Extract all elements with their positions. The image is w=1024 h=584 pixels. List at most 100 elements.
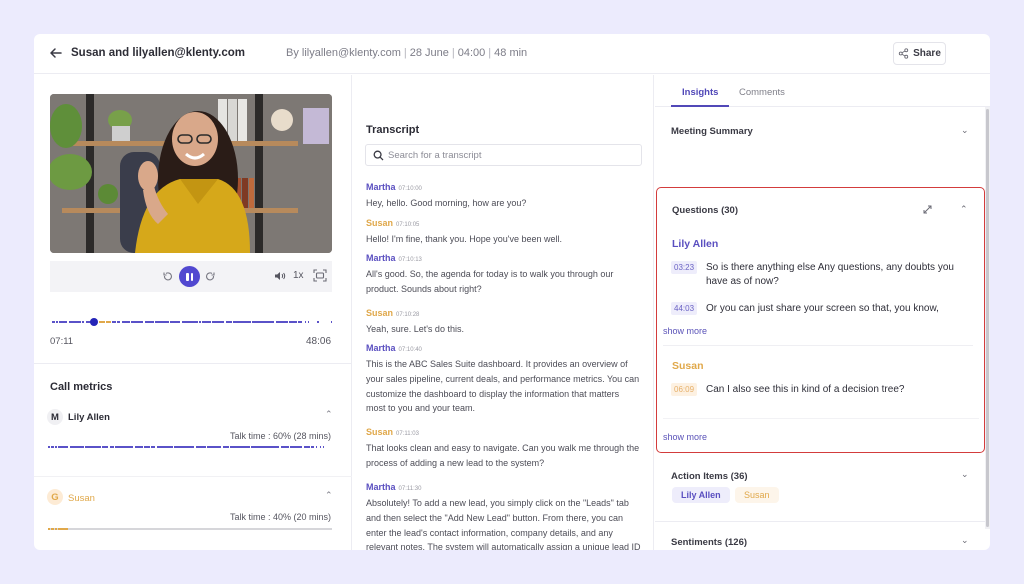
- talk-segment: [48, 446, 50, 448]
- search-icon: [373, 150, 384, 161]
- timeline-segment: [155, 321, 169, 323]
- player-controls: 1x: [50, 261, 332, 292]
- timeline-segment: [145, 321, 154, 323]
- talk-segment: [281, 446, 289, 448]
- timeline-segment: [182, 321, 198, 323]
- speaker-name: Susan: [366, 427, 394, 437]
- talk-segment: [157, 446, 173, 448]
- rewind-icon[interactable]: [163, 271, 173, 281]
- chip-lily-allen[interactable]: Lily Allen: [672, 487, 730, 503]
- questions-section: Questions (30) ⌃ Lily Allen 03:23 So is …: [656, 187, 985, 453]
- transcript-message: Martha 07:11:30 Absolutely! To add a new …: [366, 477, 641, 550]
- call-metrics-title: Call metrics: [50, 381, 113, 393]
- timeline-segment: [276, 321, 288, 323]
- talk-segment: [55, 528, 57, 530]
- forward-icon[interactable]: [205, 271, 215, 281]
- talk-segment: [51, 446, 54, 448]
- timeline-scrubber[interactable]: [90, 318, 99, 326]
- call-title: Susan and lilyallen@klenty.com: [71, 47, 245, 59]
- scrollbar-thumb[interactable]: [986, 109, 989, 527]
- meeting-summary-section[interactable]: Meeting Summary ⌄: [655, 108, 985, 152]
- message-time: 07:10:05: [396, 222, 420, 228]
- transcript-message: Susan 07:10:05 Hello! I'm fine, thank you…: [366, 213, 641, 247]
- talk-segment: [48, 528, 50, 530]
- talk-time-bar: [48, 446, 332, 448]
- question-time[interactable]: 03:23: [671, 261, 698, 274]
- active-tab-indicator: [671, 105, 729, 107]
- fullscreen-icon[interactable]: [313, 269, 327, 282]
- video-player[interactable]: [50, 94, 332, 253]
- talk-segment: [320, 446, 321, 448]
- expand-icon[interactable]: [923, 205, 932, 214]
- chevron-up-icon[interactable]: ⌃: [960, 204, 968, 215]
- chip-susan[interactable]: Susan: [735, 487, 779, 503]
- timeline-segment: [117, 321, 120, 323]
- media-panel: 1x 07:11 48:06 Call metrics M Lily Allen…: [34, 75, 352, 550]
- talk-segment: [230, 446, 250, 448]
- message-time: 07:11:30: [398, 486, 422, 492]
- avatar: M: [47, 409, 63, 425]
- tab-insights[interactable]: Insights: [682, 87, 718, 98]
- speaker-name: Susan: [366, 218, 394, 228]
- talk-segment: [115, 446, 133, 448]
- meta-author: By lilyallen@klenty.com: [286, 47, 401, 59]
- talk-time: Talk time : 40% (20 mins): [229, 512, 331, 522]
- message-text: That looks clean and easy to navigate. C…: [366, 443, 640, 468]
- metric-speaker-name: Lily Allen: [68, 412, 110, 423]
- volume-icon[interactable]: [274, 271, 286, 281]
- meta-duration: 48 min: [494, 47, 528, 59]
- share-button[interactable]: Share: [893, 42, 946, 65]
- total-time: 48:06: [306, 336, 332, 347]
- timeline-segment: [252, 321, 274, 323]
- message-time: 07:10:40: [398, 347, 422, 353]
- timeline-segment: [212, 321, 224, 323]
- chevron-up-icon[interactable]: ⌃: [325, 409, 333, 420]
- timeline-segment: [308, 321, 309, 323]
- question-speaker: Lily Allen: [672, 238, 719, 250]
- talk-segment: [135, 446, 143, 448]
- timeline-segment: [226, 321, 232, 323]
- talk-segment: [102, 446, 108, 448]
- divider: [663, 345, 973, 346]
- transcript-message: Martha 07:10:13 All's good. So, the agend…: [366, 248, 641, 297]
- talk-segment: [311, 446, 314, 448]
- show-more-link[interactable]: show more: [663, 432, 707, 442]
- tab-comments[interactable]: Comments: [739, 87, 785, 98]
- timeline-segment: [317, 321, 319, 323]
- section-title: Meeting Summary: [671, 126, 753, 137]
- timeline-segment: [331, 321, 332, 323]
- timeline-segment: [69, 321, 81, 323]
- transcript-message: Martha 07:10:40 This is the ABC Sales Sui…: [366, 338, 641, 416]
- back-arrow-icon[interactable]: [48, 45, 64, 61]
- question-time[interactable]: 06:09: [671, 383, 698, 396]
- speaker-name: Martha: [366, 343, 396, 353]
- insights-tabs: Insights Comments: [655, 75, 990, 107]
- talk-time-bar: [48, 528, 332, 530]
- chevron-down-icon[interactable]: ⌄: [961, 125, 969, 136]
- question-time[interactable]: 44:03: [671, 302, 698, 315]
- talk-segment: [55, 446, 57, 448]
- talk-segment: [223, 446, 229, 448]
- chevron-down-icon[interactable]: ⌄: [961, 469, 969, 480]
- chevron-down-icon[interactable]: ⌄: [961, 535, 969, 546]
- action-items-section[interactable]: Action Items (36) ⌄ Lily Allen Susan: [655, 457, 985, 522]
- share-label: Share: [913, 48, 941, 59]
- transcript-search-input[interactable]: [388, 148, 636, 163]
- talk-segment: [58, 446, 68, 448]
- section-title: Sentiments (126): [671, 537, 748, 548]
- talk-segment: [251, 446, 279, 448]
- chevron-up-icon[interactable]: ⌃: [325, 490, 333, 501]
- message-time: 07:10:28: [396, 312, 420, 318]
- pause-button[interactable]: [179, 266, 200, 287]
- talk-segment: [85, 446, 101, 448]
- playback-speed[interactable]: 1x: [293, 270, 304, 281]
- timeline-segment: [112, 321, 116, 323]
- sentiments-section[interactable]: Sentiments (126) ⌄: [655, 523, 985, 550]
- playback-timeline[interactable]: [52, 318, 333, 326]
- talk-segment: [304, 446, 310, 448]
- timeline-segment: [82, 321, 84, 323]
- divider: [34, 476, 352, 477]
- show-more-link[interactable]: show more: [663, 326, 707, 336]
- divider: [663, 418, 979, 419]
- timeline-segment: [56, 321, 58, 323]
